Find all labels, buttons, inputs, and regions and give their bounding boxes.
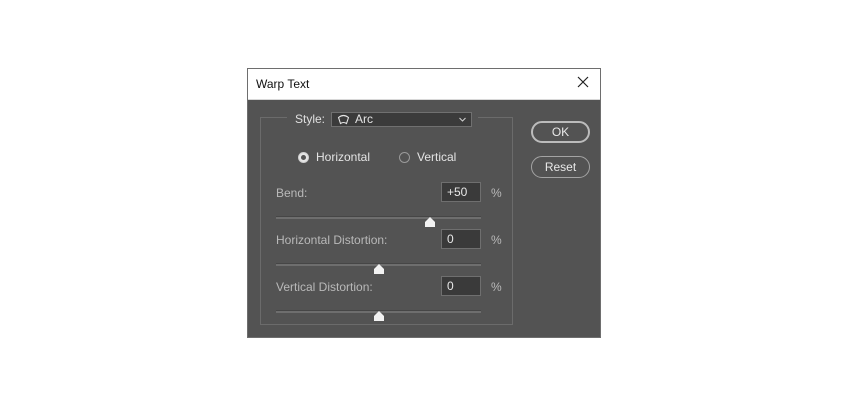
- title-bar[interactable]: Warp Text: [248, 69, 600, 100]
- radio-horizontal[interactable]: Horizontal: [298, 150, 370, 164]
- radio-unselected-indicator: [399, 151, 410, 163]
- dialog-title: Warp Text: [256, 77, 310, 91]
- bend-label: Bend:: [276, 186, 308, 200]
- warp-text-dialog: Warp Text Style: Arc Horizontal Vertical…: [247, 68, 601, 338]
- radio-selected-indicator: [298, 151, 309, 163]
- horizontal-distortion-unit: %: [491, 233, 502, 247]
- bend-unit: %: [491, 186, 502, 200]
- bend-slider-track[interactable]: [276, 216, 481, 219]
- vertical-distortion-slider-thumb[interactable]: [373, 308, 384, 321]
- warp-options-group: Style: Arc Horizontal Vertical Bend: +50…: [260, 109, 513, 325]
- style-row: Style: Arc: [287, 109, 479, 129]
- radio-horizontal-label: Horizontal: [316, 150, 371, 164]
- radio-vertical-label: Vertical: [417, 150, 457, 164]
- reset-button[interactable]: Reset: [531, 156, 590, 178]
- arc-icon: [337, 114, 350, 125]
- horizontal-distortion-slider-thumb[interactable]: [373, 261, 384, 274]
- style-selected-value: Arc: [355, 112, 374, 126]
- bend-slider-thumb[interactable]: [424, 214, 435, 227]
- chevron-down-icon: [458, 115, 467, 124]
- vertical-distortion-unit: %: [491, 280, 502, 294]
- dialog-body: Style: Arc Horizontal Vertical Bend: +50…: [248, 100, 600, 337]
- horizontal-distortion-input[interactable]: 0: [441, 229, 481, 249]
- radio-vertical[interactable]: Vertical: [399, 150, 456, 164]
- bend-input[interactable]: +50: [441, 182, 481, 202]
- ok-button[interactable]: OK: [531, 121, 590, 143]
- close-icon: [577, 75, 589, 93]
- style-dropdown[interactable]: Arc: [331, 111, 473, 127]
- vertical-distortion-label: Vertical Distortion:: [276, 280, 373, 294]
- vertical-distortion-input[interactable]: 0: [441, 276, 481, 296]
- close-button[interactable]: [570, 71, 596, 97]
- style-label: Style:: [295, 112, 326, 126]
- horizontal-distortion-label: Horizontal Distortion:: [276, 233, 388, 247]
